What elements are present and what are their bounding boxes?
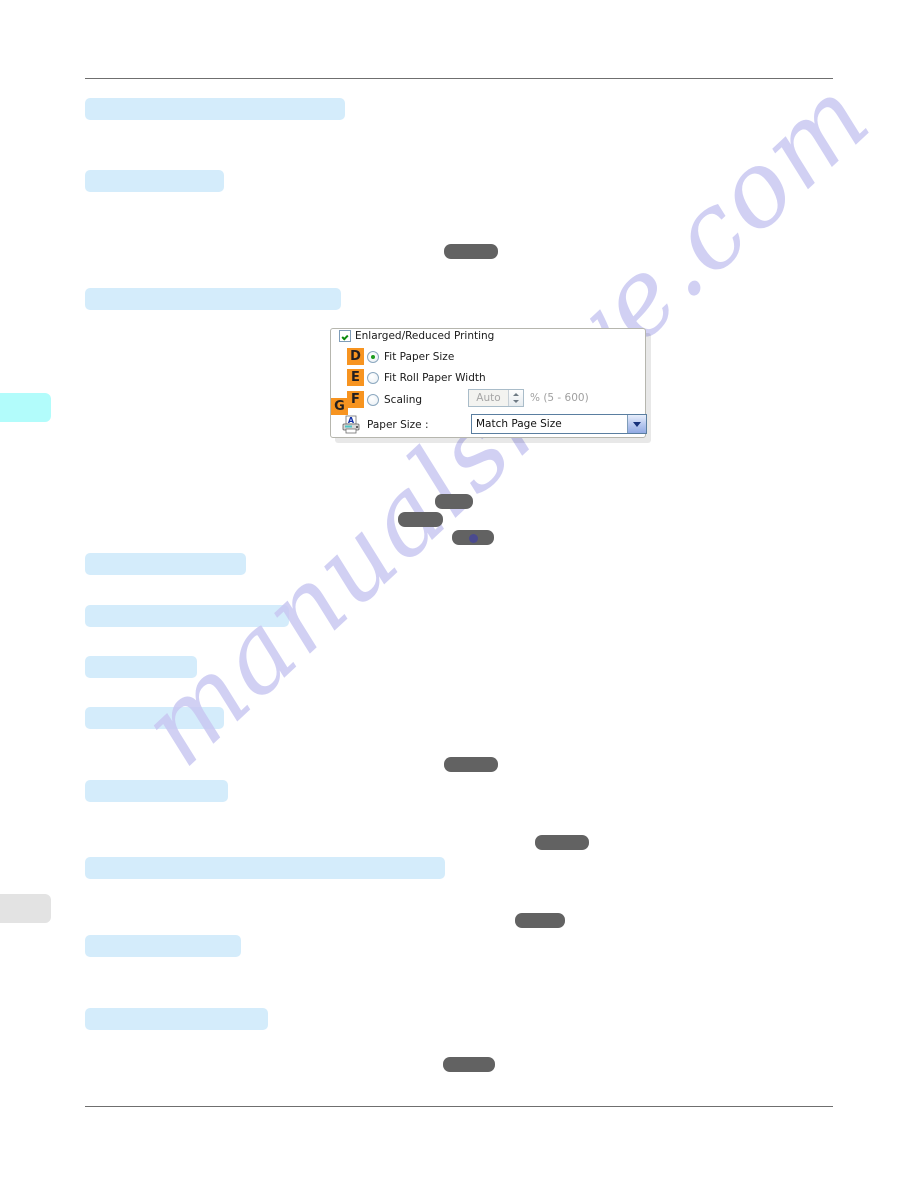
callout-badge-f: F xyxy=(347,391,364,408)
fit-roll-paper-width-row[interactable]: Fit Roll Paper Width xyxy=(367,370,486,386)
callout-badge-g: G xyxy=(331,398,348,415)
paper-size-value: Match Page Size xyxy=(476,418,562,430)
enlarged-reduced-printing-checkbox[interactable] xyxy=(339,330,351,342)
redacted-paragraph xyxy=(85,288,341,310)
printer-icon: A xyxy=(341,415,361,434)
chevron-down-icon[interactable] xyxy=(627,415,646,433)
redacted-paragraph xyxy=(85,553,246,575)
chapter-tab-active[interactable] xyxy=(0,393,51,422)
redacted-paragraph xyxy=(85,780,228,802)
paper-size-label: Paper Size : xyxy=(367,419,429,431)
redacted-subheading xyxy=(85,170,224,192)
fit-roll-paper-width-radio[interactable] xyxy=(367,372,379,384)
scaling-value: Auto xyxy=(476,392,501,404)
paper-size-combobox[interactable]: Match Page Size xyxy=(471,414,647,434)
inline-reference xyxy=(443,1057,495,1072)
reference-marker-dot xyxy=(469,533,478,543)
enlarged-reduced-printing-legend: Enlarged/Reduced Printing xyxy=(339,329,498,343)
scaling-label: Scaling xyxy=(384,394,423,406)
redacted-paragraph xyxy=(85,857,445,879)
manual-page: manualshive.com Enlarged/Reduced Printin… xyxy=(0,0,918,1188)
enlarged-reduced-printing-group: Enlarged/Reduced Printing D Fit Paper Si… xyxy=(330,328,647,438)
fit-paper-size-radio[interactable] xyxy=(367,351,379,363)
enlarged-reduced-printing-dialog: Enlarged/Reduced Printing D Fit Paper Si… xyxy=(326,321,654,445)
inline-reference xyxy=(398,512,443,527)
callout-badge-d: D xyxy=(347,348,364,365)
inline-reference xyxy=(435,494,473,509)
scaling-range-hint: % (5 - 600) xyxy=(530,392,589,404)
inline-reference xyxy=(452,530,494,545)
fit-roll-paper-width-label: Fit Roll Paper Width xyxy=(384,372,486,384)
redacted-paragraph xyxy=(85,605,289,627)
inline-reference xyxy=(444,244,498,259)
fit-paper-size-row[interactable]: Fit Paper Size xyxy=(367,349,454,365)
redacted-paragraph xyxy=(85,656,197,678)
inline-reference xyxy=(444,757,498,772)
fit-paper-size-label: Fit Paper Size xyxy=(384,351,455,363)
redacted-paragraph xyxy=(85,935,241,957)
enlarged-reduced-printing-label: Enlarged/Reduced Printing xyxy=(355,330,495,342)
inline-reference xyxy=(535,835,589,850)
scaling-spinner[interactable]: Auto xyxy=(468,389,524,407)
redacted-heading xyxy=(85,98,345,120)
scaling-row[interactable]: Scaling xyxy=(367,392,422,408)
spinner-arrows-icon[interactable] xyxy=(508,390,523,406)
header-rule xyxy=(85,78,833,79)
footer-rule xyxy=(85,1106,833,1107)
inline-reference xyxy=(515,913,565,928)
redacted-paragraph xyxy=(85,707,224,729)
chapter-tab-inactive[interactable] xyxy=(0,894,51,923)
callout-badge-e: E xyxy=(347,369,364,386)
redacted-paragraph xyxy=(85,1008,268,1030)
scaling-radio[interactable] xyxy=(367,394,379,406)
